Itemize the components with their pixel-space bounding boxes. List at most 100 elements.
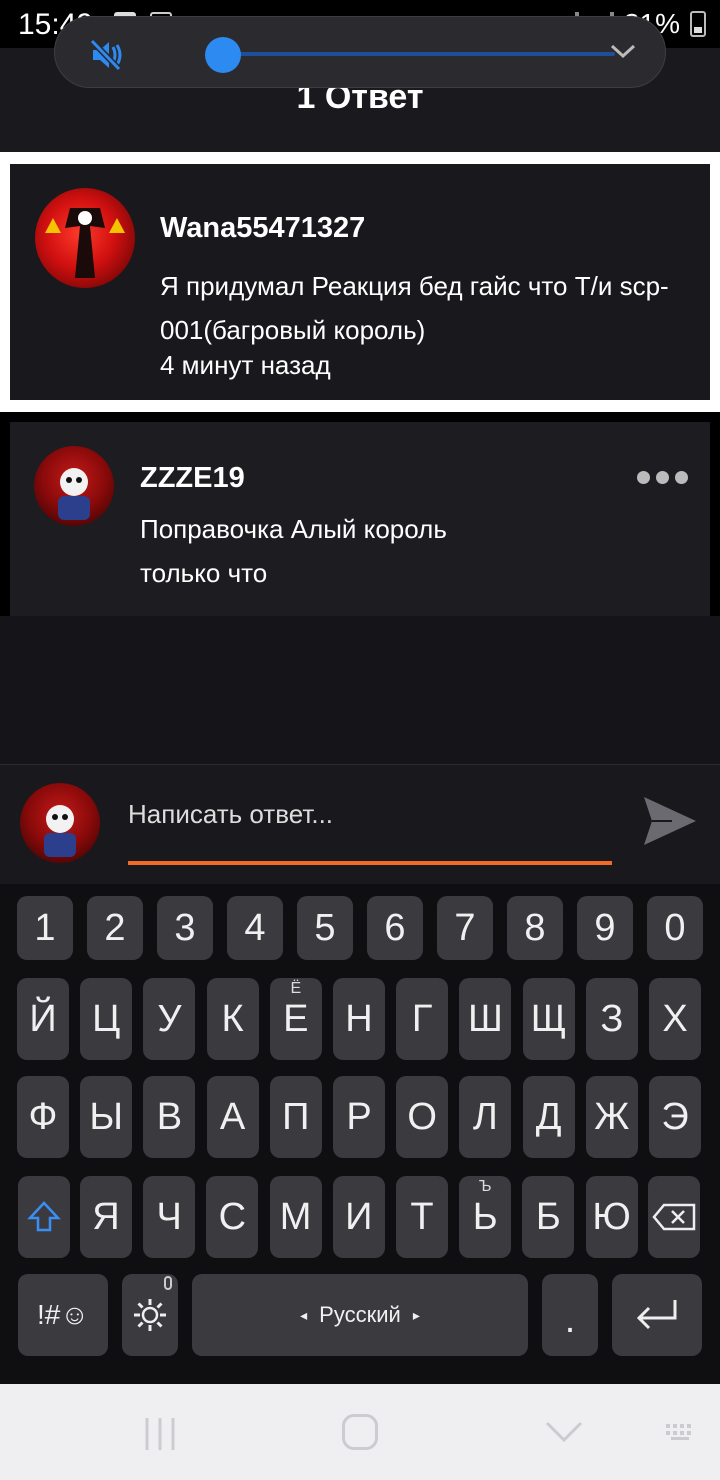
key-label: П (282, 1095, 310, 1138)
key-Ц[interactable]: Ц (80, 978, 133, 1060)
reply-input[interactable]: Написать ответ... (128, 799, 612, 865)
key-label: Ы (89, 1095, 123, 1138)
key-И[interactable]: И (332, 1176, 385, 1258)
key-4[interactable]: 4 (227, 896, 283, 960)
reply-username[interactable]: ZZZE19 (140, 462, 245, 495)
key-label: Е (283, 997, 309, 1040)
key-label: Х (662, 997, 688, 1040)
recent-apps-icon[interactable] (143, 1418, 177, 1450)
key-label: Р (346, 1095, 372, 1138)
key-Ж[interactable]: Ж (585, 1076, 638, 1158)
parent-comment-frame: Wana55471327 Я придумал Реакция бед гайс… (0, 152, 720, 412)
key-Т[interactable]: Т (396, 1176, 448, 1258)
volume-track[interactable] (223, 52, 615, 56)
key-Я[interactable]: Я (80, 1176, 132, 1258)
key-label: Я (92, 1195, 120, 1238)
backspace-key[interactable] (648, 1176, 700, 1258)
key-Н[interactable]: Н (333, 978, 385, 1060)
volume-popup (54, 16, 666, 88)
key-А[interactable]: А (206, 1076, 259, 1158)
key-label: Щ (530, 997, 567, 1040)
home-icon[interactable] (342, 1414, 378, 1450)
key-Ь[interactable]: ЬЪ (459, 1176, 512, 1258)
key-label: 6 (384, 906, 406, 949)
shift-key[interactable] (18, 1176, 70, 1258)
key-8[interactable]: 8 (507, 896, 563, 960)
key-О[interactable]: О (396, 1076, 449, 1158)
enter-key[interactable] (612, 1274, 702, 1356)
symbols-key[interactable]: !#☺ (18, 1274, 108, 1356)
key-label: Б (535, 1195, 561, 1238)
key-0[interactable]: 0 (647, 896, 703, 960)
language-label: Русский (319, 1302, 401, 1327)
key-label: К (221, 997, 244, 1040)
key-hint: Ъ (478, 1178, 492, 1195)
key-label: У (157, 997, 182, 1040)
key-Щ[interactable]: Щ (522, 978, 575, 1060)
avatar (20, 783, 100, 863)
key-П[interactable]: П (269, 1076, 322, 1158)
key-label: З (600, 997, 624, 1040)
key-Ю[interactable]: Ю (585, 1176, 638, 1258)
key-С[interactable]: С (206, 1176, 259, 1258)
key-label: Ф (28, 1095, 58, 1138)
more-options-icon[interactable] (634, 462, 690, 492)
key-label: 9 (594, 906, 616, 949)
language-right-icon: ▸ (412, 1306, 420, 1323)
key-Г[interactable]: Г (396, 978, 449, 1060)
reply-comment: ZZZE19 Поправочка Алый король только что (10, 422, 710, 616)
key-label: Д (535, 1095, 562, 1138)
key-7[interactable]: 7 (437, 896, 493, 960)
key-9[interactable]: 9 (577, 896, 633, 960)
send-icon[interactable] (642, 793, 698, 854)
chevron-down-icon[interactable] (609, 41, 637, 66)
key-label: Й (29, 997, 57, 1040)
key-Ш[interactable]: Ш (459, 978, 512, 1060)
content-background (0, 616, 720, 764)
key-Ы[interactable]: Ы (80, 1076, 133, 1158)
keyboard-settings-key[interactable] (122, 1274, 178, 1356)
avatar[interactable] (35, 188, 135, 288)
back-down-icon[interactable] (544, 1420, 584, 1444)
volume-slider-thumb[interactable] (205, 37, 241, 73)
key-Х[interactable]: Х (649, 978, 701, 1060)
key-3[interactable]: 3 (157, 896, 213, 960)
avatar[interactable] (34, 446, 114, 526)
volume-mute-icon[interactable] (89, 37, 125, 78)
key-label: Ь (472, 1195, 498, 1238)
key-З[interactable]: З (585, 978, 638, 1060)
key-label: Г (411, 997, 433, 1040)
key-Р[interactable]: Р (333, 1076, 385, 1158)
key-6[interactable]: 6 (367, 896, 423, 960)
keyboard-toggle-icon[interactable] (664, 1422, 696, 1442)
key-2[interactable]: 2 (87, 896, 143, 960)
key-Д[interactable]: Д (522, 1076, 575, 1158)
key-В[interactable]: В (143, 1076, 196, 1158)
key-label: Л (472, 1095, 498, 1138)
key-label: М (279, 1195, 312, 1238)
key-label: И (345, 1195, 373, 1238)
key-label: 5 (314, 906, 336, 949)
key-Э[interactable]: Э (649, 1076, 701, 1158)
key-У[interactable]: У (143, 978, 196, 1060)
comment-text: Я придумал Реакция бед гайс что Т/и scp-… (160, 271, 669, 345)
key-label: 8 (524, 906, 546, 949)
key-К[interactable]: К (206, 978, 259, 1060)
key-Б[interactable]: Б (522, 1176, 575, 1258)
key-label: 4 (244, 906, 266, 949)
key-Л[interactable]: Л (459, 1076, 512, 1158)
key-5[interactable]: 5 (297, 896, 353, 960)
period-key[interactable]: . (542, 1274, 598, 1356)
key-Й[interactable]: Й (17, 978, 69, 1060)
key-Ч[interactable]: Ч (143, 1176, 196, 1258)
key-1[interactable]: 1 (17, 896, 73, 960)
comment-username[interactable]: Wana55471327 (160, 212, 365, 245)
key-label: Ж (594, 1095, 630, 1138)
key-label: 1 (34, 906, 56, 949)
key-Е[interactable]: ЕЁ (269, 978, 322, 1060)
key-М[interactable]: М (269, 1176, 322, 1258)
battery-icon (690, 11, 706, 37)
reply-input-placeholder: Написать ответ... (128, 799, 334, 829)
space-key[interactable]: ◂ Русский ▸ (192, 1274, 528, 1356)
key-Ф[interactable]: Ф (17, 1076, 69, 1158)
